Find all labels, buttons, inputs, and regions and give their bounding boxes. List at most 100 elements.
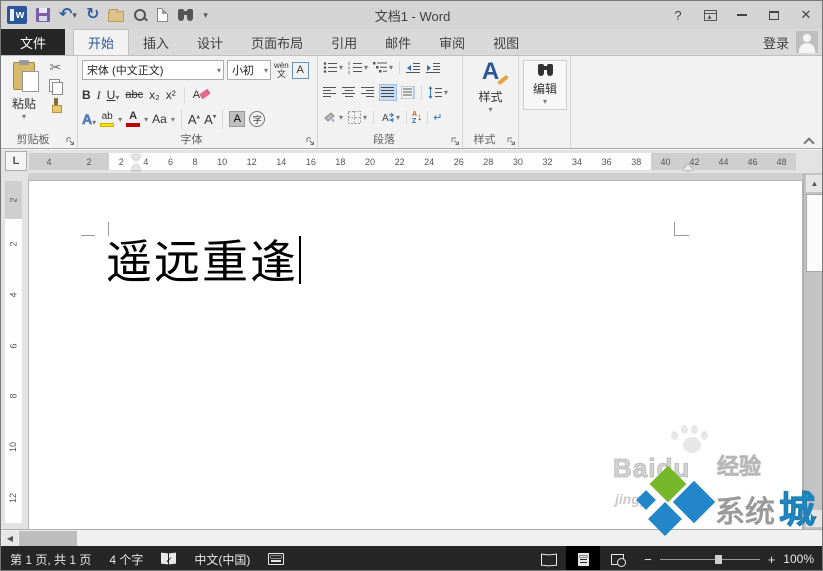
asian-layout-icon[interactable]: A ▾ bbox=[379, 110, 401, 125]
new-document-icon[interactable] bbox=[157, 8, 168, 22]
print-layout-button[interactable] bbox=[566, 546, 600, 571]
grow-font-button[interactable]: A▴ bbox=[188, 112, 200, 127]
close-button[interactable]: ✕ bbox=[792, 4, 820, 26]
input-mode-icon[interactable] bbox=[259, 546, 293, 571]
highlight-color-icon[interactable]: ab bbox=[100, 112, 114, 127]
save-icon[interactable] bbox=[36, 8, 50, 22]
editing-button[interactable]: 编辑 ▾ bbox=[523, 60, 567, 110]
zoom-in-button[interactable]: + bbox=[768, 552, 776, 567]
chevron-down-icon[interactable]: ▾ bbox=[118, 115, 122, 124]
align-right-icon[interactable] bbox=[360, 85, 376, 100]
chevron-down-icon[interactable]: ▾ bbox=[92, 118, 96, 127]
chevron-down-icon[interactable]: ▾ bbox=[488, 105, 492, 114]
phonetic-guide-icon[interactable]: wén 文 bbox=[274, 62, 289, 79]
horizontal-scroll-thumb[interactable] bbox=[19, 531, 77, 546]
borders-icon[interactable]: ▾ bbox=[347, 110, 368, 125]
clear-formatting-icon[interactable]: A bbox=[193, 89, 210, 101]
sign-in[interactable]: 登录 bbox=[763, 29, 823, 55]
decrease-indent-icon[interactable] bbox=[405, 61, 422, 75]
font-name-combo[interactable]: 宋体 (中文正文) ▾ bbox=[82, 60, 224, 80]
paste-button[interactable]: 粘贴 ▾ bbox=[5, 60, 43, 132]
clipboard-dialog-launcher-icon[interactable] bbox=[66, 137, 75, 146]
bold-button[interactable]: B bbox=[82, 88, 91, 102]
bullets-icon[interactable]: ▾ bbox=[322, 60, 344, 75]
zoom-out-button[interactable]: − bbox=[644, 552, 652, 567]
strikethrough-button[interactable]: abc bbox=[125, 89, 143, 101]
multilevel-list-icon[interactable]: ▾ bbox=[372, 60, 394, 75]
horizontal-ruler[interactable]: 42 2468101214161820222426283032343638 40… bbox=[29, 153, 796, 170]
scroll-down-icon[interactable]: ▼ bbox=[806, 510, 823, 527]
styles-dialog-launcher-icon[interactable] bbox=[507, 137, 516, 146]
underline-button[interactable]: U bbox=[107, 88, 116, 102]
chevron-down-icon[interactable]: ▾ bbox=[543, 97, 547, 106]
redo-icon[interactable]: ↻ bbox=[86, 7, 99, 23]
first-line-indent-marker[interactable] bbox=[131, 155, 141, 161]
increase-indent-icon[interactable] bbox=[425, 61, 442, 75]
scroll-left-icon[interactable]: ◀ bbox=[2, 531, 18, 546]
chevron-down-icon[interactable]: ▾ bbox=[389, 63, 393, 72]
zoom-slider-thumb[interactable] bbox=[715, 555, 722, 564]
chevron-down-icon[interactable]: ▾ bbox=[444, 88, 448, 97]
chevron-down-icon[interactable]: ▾ bbox=[396, 113, 400, 122]
tab-insert[interactable]: 插入 bbox=[129, 29, 183, 55]
chevron-down-icon[interactable]: ▾ bbox=[171, 115, 175, 124]
show-hide-marks-icon[interactable]: ↵ bbox=[433, 111, 442, 124]
chevron-down-icon[interactable]: ▾ bbox=[261, 66, 268, 75]
tab-file[interactable]: 文件 bbox=[1, 29, 65, 55]
cut-icon[interactable]: ✂ bbox=[50, 60, 62, 74]
word-count[interactable]: 4 个字 bbox=[100, 546, 152, 571]
text-effects-icon[interactable]: A bbox=[82, 111, 92, 127]
word-logo-icon[interactable]: w bbox=[7, 6, 27, 24]
superscript-button[interactable]: x² bbox=[166, 88, 176, 102]
read-mode-button[interactable] bbox=[532, 546, 566, 571]
chevron-down-icon[interactable]: ▾ bbox=[214, 66, 221, 75]
underline-dropdown-icon[interactable]: ▾ bbox=[115, 93, 119, 102]
subscript-button[interactable]: x₂ bbox=[149, 88, 160, 102]
enclose-characters-icon[interactable]: 字 bbox=[249, 111, 265, 127]
character-shading-icon[interactable]: A bbox=[229, 111, 245, 127]
numbering-icon[interactable]: ▾ bbox=[347, 60, 369, 75]
chevron-down-icon[interactable]: ▾ bbox=[339, 63, 343, 72]
hanging-indent-marker[interactable] bbox=[131, 164, 141, 170]
minimize-button[interactable] bbox=[728, 4, 756, 26]
format-painter-icon[interactable] bbox=[49, 98, 62, 112]
chevron-down-icon[interactable]: ▾ bbox=[364, 63, 368, 72]
find-icon[interactable] bbox=[177, 9, 194, 21]
align-left-icon[interactable] bbox=[322, 85, 338, 100]
chevron-down-icon[interactable]: ▾ bbox=[144, 115, 148, 124]
paste-dropdown-icon[interactable]: ▾ bbox=[22, 112, 26, 121]
page-indicator[interactable]: 第 1 页, 共 1 页 bbox=[1, 546, 100, 571]
collapse-ribbon-icon[interactable] bbox=[804, 138, 814, 144]
paragraph-dialog-launcher-icon[interactable] bbox=[451, 137, 460, 146]
language-indicator[interactable]: 中文(中国) bbox=[185, 546, 259, 571]
web-layout-button[interactable] bbox=[600, 546, 634, 571]
vertical-scrollbar[interactable]: ▲ ▼ bbox=[803, 173, 823, 529]
tab-design[interactable]: 设计 bbox=[183, 29, 237, 55]
shading-icon[interactable]: ▾ bbox=[322, 110, 344, 125]
undo-icon[interactable]: ↶▾ bbox=[59, 7, 77, 23]
tab-page-layout[interactable]: 页面布局 bbox=[237, 29, 317, 55]
chevron-down-icon[interactable]: ▾ bbox=[363, 113, 367, 122]
character-border-icon[interactable]: A bbox=[292, 62, 309, 79]
customize-qat-icon[interactable]: ▾ bbox=[203, 10, 208, 21]
horizontal-scrollbar[interactable]: ◀ bbox=[1, 529, 823, 546]
tab-mailings[interactable]: 邮件 bbox=[371, 29, 425, 55]
ribbon-display-options-button[interactable] bbox=[696, 4, 724, 26]
tab-references[interactable]: 引用 bbox=[317, 29, 371, 55]
font-dialog-launcher-icon[interactable] bbox=[306, 137, 315, 146]
chevron-down-icon[interactable]: ▾ bbox=[339, 113, 343, 122]
distribute-icon[interactable] bbox=[400, 85, 416, 100]
copy-icon[interactable] bbox=[49, 79, 62, 93]
tab-home[interactable]: 开始 bbox=[73, 29, 129, 55]
justify-icon[interactable] bbox=[379, 84, 397, 101]
help-button[interactable]: ? bbox=[664, 4, 692, 26]
sort-icon[interactable]: AZ ↓ bbox=[412, 111, 422, 125]
document-page[interactable]: 遥远重逢 bbox=[29, 181, 802, 529]
styles-button[interactable]: A 样式 ▾ bbox=[463, 60, 518, 114]
open-folder-icon[interactable] bbox=[108, 8, 124, 22]
zoom-slider[interactable] bbox=[660, 559, 760, 560]
maximize-button[interactable] bbox=[760, 4, 788, 26]
tab-view[interactable]: 视图 bbox=[479, 29, 533, 55]
proofing-icon[interactable]: ✓ bbox=[152, 546, 185, 571]
tab-review[interactable]: 审阅 bbox=[425, 29, 479, 55]
